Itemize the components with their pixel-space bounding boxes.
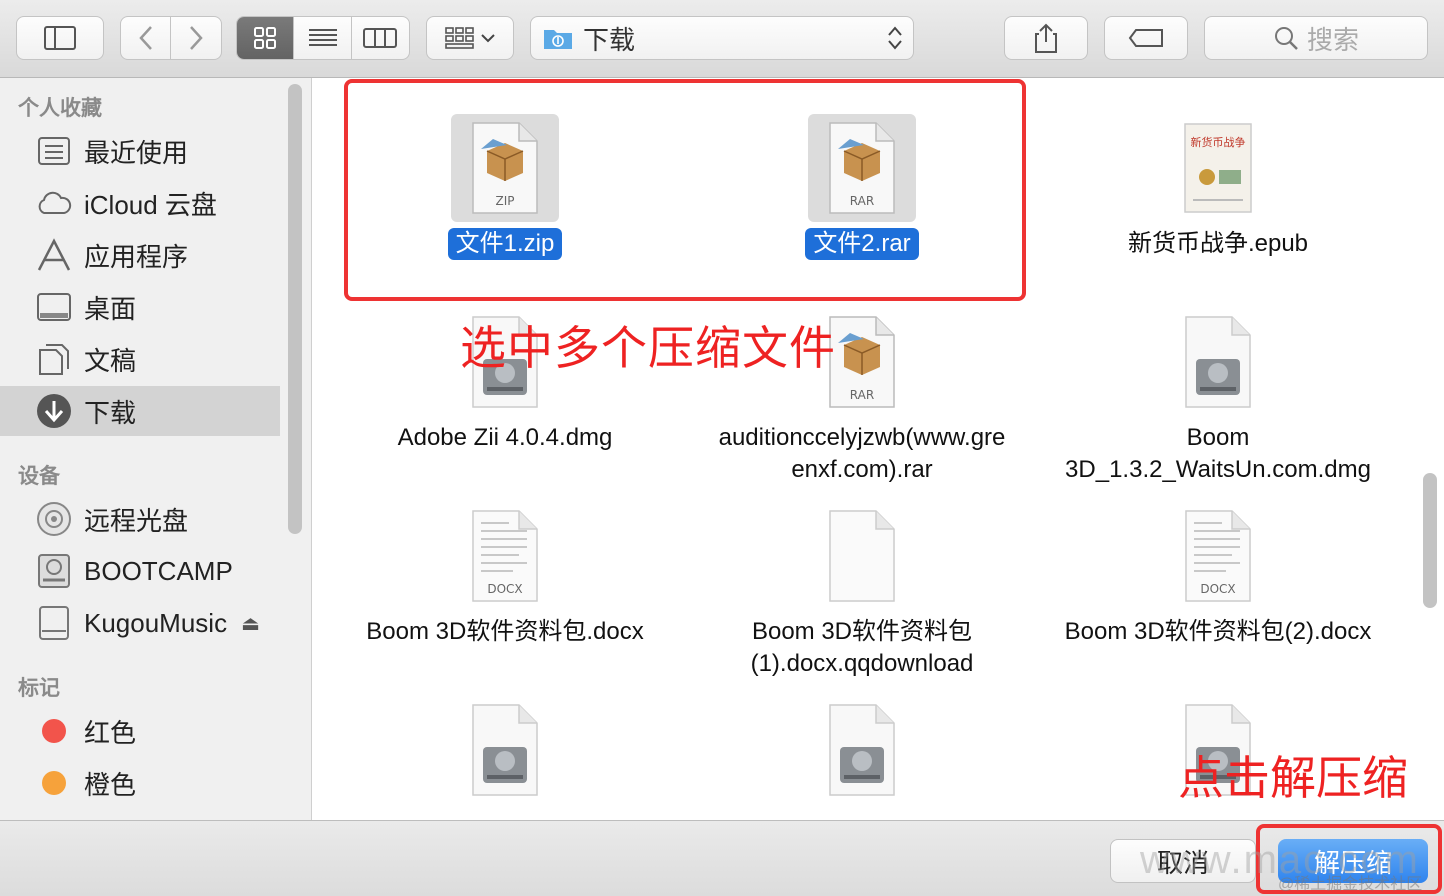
path-label: 下载	[583, 24, 636, 55]
search-placeholder: 搜索	[1306, 24, 1359, 55]
columns-icon	[363, 28, 398, 48]
devices-header: 设备	[18, 465, 60, 488]
file-item[interactable]: Boom 3D_1.3.2_WaitsUn.com.dmg	[1053, 308, 1383, 486]
chevron-left-icon	[138, 26, 152, 50]
forward-button[interactable]	[171, 17, 221, 59]
back-button[interactable]	[121, 17, 172, 59]
docx-document-icon: DOCX	[1164, 502, 1272, 610]
file-name: 新货币战争.epub	[1127, 230, 1309, 257]
blank-document-icon	[808, 502, 916, 610]
sidebar: 个人收藏 最近使用 iCloud 云盘 应用程序 桌面 文稿 下载 设备 远程光…	[0, 78, 312, 820]
svg-text:新货币战争: 新货币战争	[1191, 135, 1246, 149]
svg-text:RAR: RAR	[850, 388, 874, 402]
icloud-icon	[34, 183, 74, 223]
file-item[interactable]	[340, 696, 670, 810]
sidebar-item-label: 桌面	[84, 293, 137, 324]
column-view-button[interactable]	[352, 17, 409, 59]
arrange-icon	[445, 27, 474, 49]
sidebar-scrollbar[interactable]	[288, 84, 302, 534]
file-name: Boom 3D_1.3.2_WaitsUn.com.dmg	[1065, 424, 1371, 483]
applications-icon	[34, 235, 74, 275]
selection-highlight-box	[344, 79, 1026, 301]
tag-dot-icon	[34, 763, 74, 803]
eject-icon[interactable]: ⏏	[241, 611, 260, 636]
sidebar-item-label: iCloud 云盘	[84, 189, 217, 220]
external-drive-icon	[34, 603, 74, 643]
share-button[interactable]	[1004, 16, 1088, 60]
list-view-button[interactable]	[294, 17, 352, 59]
docx-document-icon: DOCX	[451, 502, 559, 610]
file-area-scrollbar[interactable]	[1423, 473, 1437, 608]
svg-text:DOCX: DOCX	[487, 582, 522, 596]
search-field[interactable]: 搜索	[1204, 16, 1428, 60]
sidebar-item-icloud[interactable]: iCloud 云盘	[0, 178, 280, 228]
toolbar: 下载 搜索	[0, 0, 1444, 78]
favorites-header: 个人收藏	[18, 97, 102, 120]
list-icon	[308, 29, 337, 46]
path-popup[interactable]: 下载	[530, 16, 914, 60]
sidebar-icon	[44, 26, 76, 50]
tag-icon	[1128, 29, 1163, 47]
chevron-right-icon	[190, 26, 203, 50]
sidebar-item-kugoumusic[interactable]: KugouMusic ⏏	[0, 598, 290, 648]
annotation-click-extract: 点击解压缩	[1178, 751, 1408, 805]
sidebar-item-label: 橙色	[84, 769, 137, 800]
disk-icon	[34, 551, 74, 591]
sidebar-item-tag-red[interactable]: 红色	[0, 706, 280, 756]
dmg-disk-image-icon	[808, 696, 916, 804]
epub-book-icon: 新货币战争	[1164, 114, 1272, 222]
file-item[interactable]	[697, 696, 1027, 810]
dmg-disk-image-icon	[451, 696, 559, 804]
svg-text:DOCX: DOCX	[1200, 582, 1235, 596]
remote-disc-icon	[34, 499, 74, 539]
file-item[interactable]: DOCX Boom 3D软件资料包(2).docx	[1053, 502, 1383, 648]
share-icon	[1035, 23, 1057, 53]
sidebar-item-label: 远程光盘	[84, 505, 189, 536]
sidebar-item-label: 红色	[84, 717, 137, 748]
dmg-disk-image-icon	[1164, 308, 1272, 416]
arrange-menu-button[interactable]	[426, 16, 514, 60]
search-icon	[1274, 27, 1298, 50]
watermark-sub: @稀土掘金技术社区	[1278, 876, 1423, 893]
sidebar-item-label: BOOTCAMP	[84, 555, 233, 586]
sidebar-item-label: 应用程序	[84, 241, 189, 272]
file-item[interactable]: Boom 3D软件资料包 (1).docx.qqdownload	[697, 502, 1027, 680]
tag-dot-icon	[34, 711, 74, 751]
sidebar-item-documents[interactable]: 文稿	[0, 334, 280, 384]
sidebar-item-label: KugouMusic	[84, 607, 228, 638]
annotation-select-files: 选中多个压缩文件	[460, 321, 836, 375]
sidebar-item-applications[interactable]: 应用程序	[0, 230, 280, 280]
file-item[interactable]: 新货币战争 新货币战争.epub	[1053, 114, 1383, 260]
sidebar-item-label: 下载	[84, 397, 137, 428]
grid-icon	[254, 27, 277, 49]
documents-icon	[34, 339, 74, 379]
sidebar-item-label: 最近使用	[84, 137, 189, 168]
icon-view-button[interactable]	[237, 17, 295, 59]
recents-icon	[34, 131, 74, 171]
sidebar-item-label: 文稿	[84, 345, 137, 376]
sidebar-item-recents[interactable]: 最近使用	[0, 126, 280, 176]
desktop-icon	[34, 287, 74, 327]
sidebar-item-desktop[interactable]: 桌面	[0, 282, 280, 332]
nav-buttons	[120, 16, 222, 60]
chevron-down-icon	[481, 34, 495, 43]
sidebar-item-bootcamp[interactable]: BOOTCAMP	[0, 546, 280, 596]
file-name: Boom 3D软件资料包.docx	[366, 618, 644, 645]
tags-header: 标记	[18, 677, 60, 700]
updown-chevron-icon	[888, 26, 902, 50]
file-item[interactable]: DOCX Boom 3D软件资料包.docx	[340, 502, 670, 648]
downloads-folder-icon	[544, 30, 572, 49]
file-name: Boom 3D软件资料包 (1).docx.qqdownload	[750, 618, 974, 677]
file-name: auditionccelyjzwb(www.gre enxf.com).rar	[718, 424, 1006, 483]
view-mode-segment	[236, 16, 410, 60]
tag-button[interactable]	[1104, 16, 1188, 60]
file-name: Adobe Zii 4.0.4.dmg	[397, 424, 613, 451]
sidebar-toggle-button[interactable]	[16, 16, 104, 60]
sidebar-item-remote-disc[interactable]: 远程光盘	[0, 494, 280, 544]
sidebar-item-tag-orange[interactable]: 橙色	[0, 758, 280, 808]
downloads-icon	[34, 391, 74, 431]
file-name: Boom 3D软件资料包(2).docx	[1064, 618, 1372, 645]
sidebar-item-downloads[interactable]: 下载	[0, 386, 280, 436]
